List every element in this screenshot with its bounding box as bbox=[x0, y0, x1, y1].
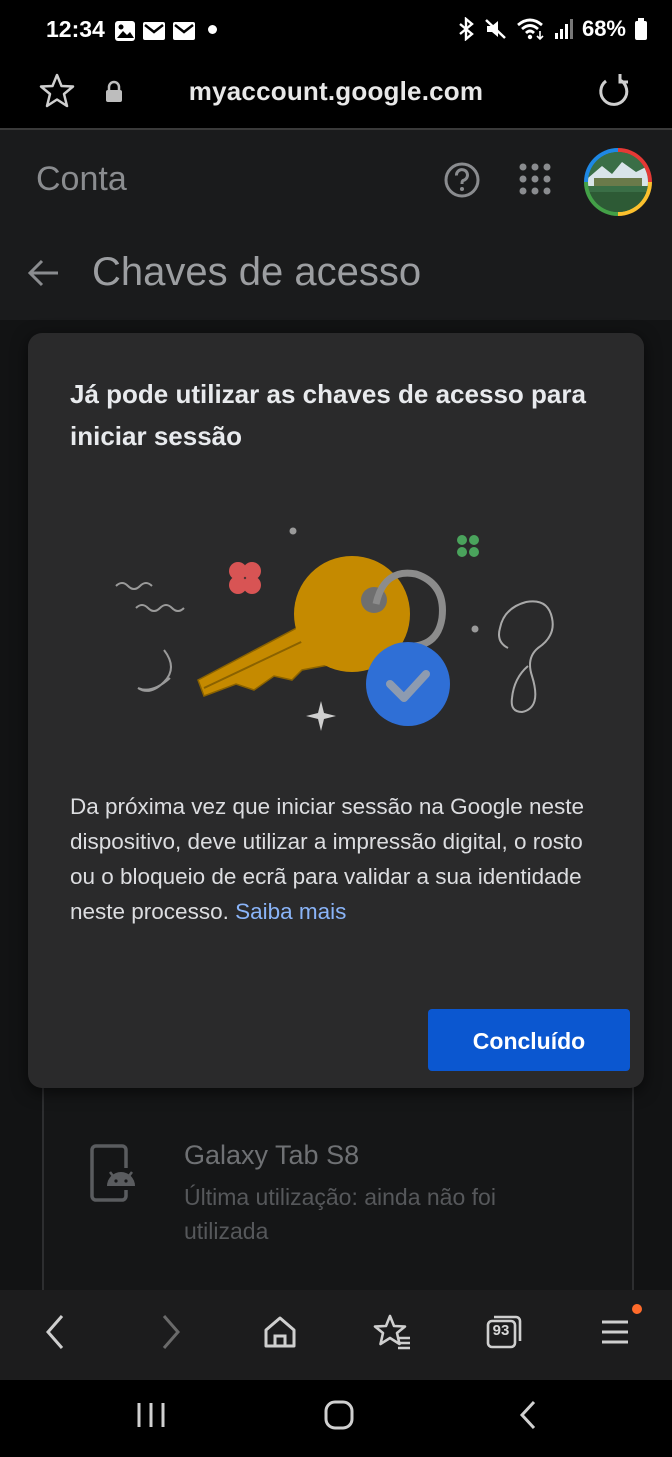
account-title[interactable]: Conta bbox=[36, 160, 127, 199]
signal-icon bbox=[554, 19, 573, 39]
wifi-icon bbox=[517, 18, 544, 41]
reload-icon[interactable] bbox=[594, 72, 634, 112]
home-nav-icon[interactable] bbox=[322, 1398, 356, 1432]
mail-notification-icon-2 bbox=[173, 22, 195, 40]
avatar-image bbox=[588, 152, 648, 212]
device-name: Galaxy Tab S8 bbox=[184, 1140, 360, 1170]
more-notifications-dot bbox=[208, 25, 217, 34]
tabs-button[interactable]: 93 bbox=[486, 1314, 522, 1349]
dialog-body: Da próxima vez que iniciar sessão na Goo… bbox=[70, 789, 610, 929]
avatar[interactable] bbox=[584, 148, 652, 216]
battery-percent: 68% bbox=[581, 16, 626, 41]
back-nav-icon[interactable] bbox=[512, 1398, 546, 1432]
status-bar: 12:34 68% bbox=[0, 0, 672, 62]
status-icons: 68% bbox=[456, 16, 648, 42]
mute-icon bbox=[485, 19, 506, 39]
browser-forward-icon[interactable] bbox=[156, 1312, 186, 1352]
battery-icon bbox=[635, 18, 647, 40]
tabs-count: 93 bbox=[492, 1322, 510, 1339]
browser-address-bar[interactable]: myaccount.google.com bbox=[0, 62, 672, 130]
dialog-heading: Já pode utilizar as chaves de acesso par… bbox=[70, 379, 586, 451]
url-text[interactable]: myaccount.google.com bbox=[0, 76, 672, 107]
back-arrow-icon[interactable] bbox=[26, 258, 60, 288]
menu-notification-badge bbox=[632, 1304, 642, 1314]
passkey-key-illustration-icon bbox=[115, 527, 554, 731]
system-navigation-bar bbox=[0, 1380, 672, 1457]
bookmarks-icon[interactable] bbox=[372, 1312, 412, 1352]
device-last-used: Última utilização: ainda não foi utiliza… bbox=[184, 1184, 496, 1244]
account-header: Conta Chaves de acesso bbox=[0, 130, 672, 320]
help-icon[interactable] bbox=[442, 160, 482, 200]
menu-icon[interactable] bbox=[600, 1312, 632, 1352]
done-button[interactable]: Concluído bbox=[428, 1009, 630, 1071]
bluetooth-icon bbox=[459, 17, 474, 41]
apps-grid-icon[interactable] bbox=[518, 162, 552, 196]
passkey-created-dialog: Já pode utilizar as chaves de acesso par… bbox=[28, 333, 644, 1088]
avatar-landscape-icon bbox=[588, 152, 648, 212]
home-icon[interactable] bbox=[262, 1312, 298, 1352]
page-title: Chaves de acesso bbox=[92, 250, 422, 294]
browser-back-icon[interactable] bbox=[40, 1312, 70, 1352]
browser-toolbar: 93 bbox=[0, 1290, 672, 1380]
gallery-notification-icon bbox=[115, 21, 135, 41]
mail-notification-icon bbox=[143, 22, 165, 40]
status-time: 12:34 bbox=[46, 16, 105, 42]
learn-more-link[interactable]: Saiba mais bbox=[235, 899, 346, 924]
android-device-icon bbox=[90, 1144, 138, 1202]
recent-apps-icon[interactable] bbox=[134, 1398, 168, 1432]
passkey-list-item[interactable]: Galaxy Tab S8 Última utilização: ainda n… bbox=[42, 1070, 634, 1290]
